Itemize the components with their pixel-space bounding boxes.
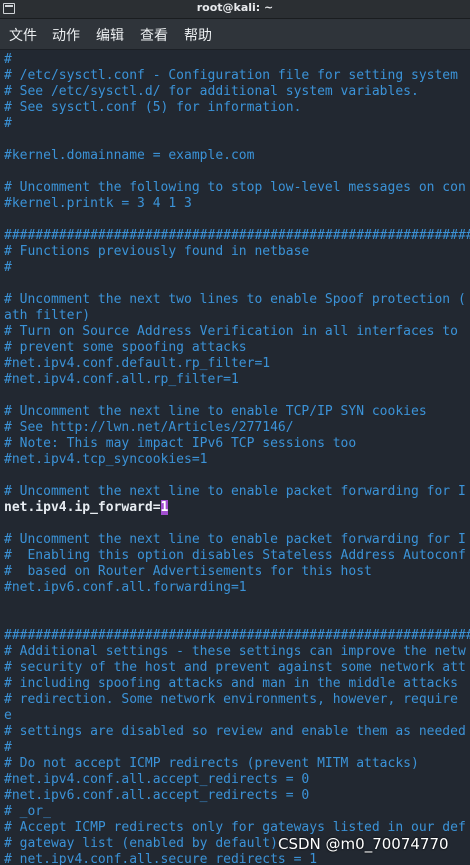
- watermark: CSDN @m0_70074770: [278, 835, 449, 853]
- editor-line: # Uncomment the next line to enable TCP/…: [4, 404, 427, 419]
- editor-line: # Note: This may impact IPv6 TCP session…: [4, 436, 357, 451]
- terminal-window: root@kali: ~ 文件 动作 编辑 查看 帮助 # # /etc/sysc…: [0, 0, 470, 865]
- editor-line: ath filter): [4, 308, 91, 323]
- editor-line: # net.ipv4.conf.all.secure_redirects = 1: [4, 852, 318, 865]
- text-cursor: 1: [160, 500, 169, 515]
- editor-line: # redirection. Some network environments…: [4, 692, 458, 707]
- menu-bar: 文件 动作 编辑 查看 帮助: [0, 19, 470, 50]
- editor-line: ########################################…: [4, 628, 470, 643]
- editor-line: # Turn on Source Address Verification in…: [4, 324, 458, 339]
- menu-file[interactable]: 文件: [9, 25, 37, 45]
- editor-line: # See sysctl.conf (5) for information.: [4, 100, 302, 115]
- editor-line: #: [4, 116, 12, 131]
- editor-line: # _or_: [4, 804, 51, 819]
- editor-line: #: [4, 260, 12, 275]
- editor-line: #kernel.domainname = example.com: [4, 148, 255, 163]
- window-title: root@kali: ~: [196, 1, 274, 14]
- editor-line: # Uncomment the next line to enable pack…: [4, 532, 466, 547]
- menu-edit[interactable]: 编辑: [96, 25, 124, 45]
- title-bar: root@kali: ~: [0, 0, 470, 19]
- editor-line: # based on Router Advertisements for thi…: [4, 564, 372, 579]
- editor-line-active: net.ipv4.ip_forward=1: [4, 500, 169, 516]
- editor-line: # Functions previously found in netbase: [4, 244, 310, 259]
- editor-text-area[interactable]: # # /etc/sysctl.conf - Configuration file…: [0, 50, 470, 865]
- editor-line: #net.ipv4.conf.all.rp_filter=1: [4, 372, 239, 387]
- active-line-text: net.ipv4.ip_forward=: [4, 500, 161, 515]
- editor-line: #net.ipv6.conf.all.forwarding=1: [4, 580, 247, 595]
- editor-line: # Uncomment the next two lines to enable…: [4, 292, 466, 307]
- editor-line: # security of the host and prevent again…: [4, 660, 466, 675]
- editor-line: # See http://lwn.net/Articles/277146/: [4, 420, 294, 435]
- menu-view[interactable]: 查看: [140, 25, 168, 45]
- editor-line: #net.ipv4.tcp_syncookies=1: [4, 452, 208, 467]
- menu-help[interactable]: 帮助: [184, 25, 212, 45]
- editor-line: # Enabling this option disables Stateles…: [4, 548, 466, 563]
- editor-line: # gateway list (enabled by default): [4, 836, 278, 851]
- editor-line: # Uncomment the following to stop low-le…: [4, 180, 466, 195]
- editor-line: #kernel.printk = 3 4 1 3: [4, 196, 192, 211]
- editor-line: #net.ipv4.conf.all.accept_redirects = 0: [4, 772, 310, 787]
- editor-line: # See /etc/sysctl.d/ for additional syst…: [4, 84, 419, 99]
- editor-line: #: [4, 740, 12, 755]
- editor-line: # Accept ICMP redirects only for gateway…: [4, 820, 466, 835]
- editor-line: # including spoofing attacks and man in …: [4, 676, 458, 691]
- editor-line: # /etc/sysctl.conf - Configuration file …: [4, 68, 458, 83]
- menu-action[interactable]: 动作: [52, 25, 80, 45]
- editor-line: #net.ipv6.conf.all.accept_redirects = 0: [4, 788, 310, 803]
- editor-line: #: [4, 52, 12, 67]
- editor-line: # Do not accept ICMP redirects (prevent …: [4, 756, 419, 771]
- editor-line: # prevent some spoofing attacks: [4, 340, 247, 355]
- editor-line: #net.ipv4.conf.default.rp_filter=1: [4, 356, 271, 371]
- editor-line: ########################################…: [4, 228, 470, 243]
- editor-line: # Additional settings - these settings c…: [4, 644, 466, 659]
- editor-line: e: [4, 708, 12, 723]
- editor-line: # settings are disabled so review and en…: [4, 724, 466, 739]
- editor-line: # Uncomment the next line to enable pack…: [4, 484, 466, 499]
